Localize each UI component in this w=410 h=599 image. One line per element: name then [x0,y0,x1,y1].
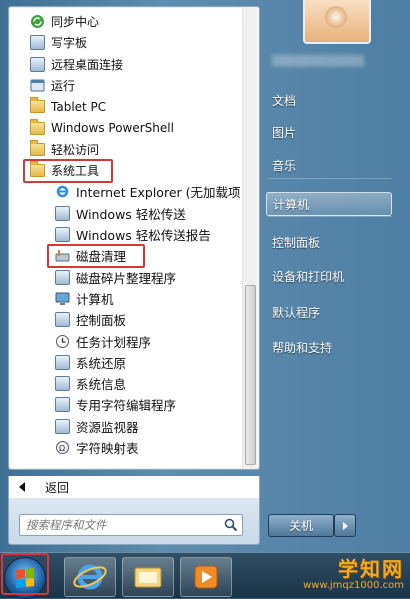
program-label: Windows 轻松传送 [76,206,186,222]
program-item[interactable]: Windows PowerShell [9,118,241,139]
program-item[interactable]: 系统还原 [9,352,241,373]
back-label: 返回 [45,480,70,495]
program-label: 任务计划程序 [76,334,152,350]
program-item[interactable]: Ω 字符映射表 [9,437,241,458]
divider [268,178,392,179]
highlight-box [23,159,113,184]
scrollbar-thumb[interactable] [245,285,256,465]
search-area [8,498,260,545]
program-item[interactable]: Internet Explorer (无加载项) [9,181,241,202]
right-item[interactable]: 控制面板 [266,230,392,254]
folder-icon [30,118,45,136]
program-label: Windows 轻松传送报告 [76,228,211,243]
right-item[interactable]: 默认程序 [266,300,392,324]
shutdown-button[interactable]: 关机 [268,514,334,537]
easy-transfer-report-icon [55,227,70,242]
taskbar: 学知网 www.jmqz1000.com [0,552,410,599]
back-button[interactable]: 返回 [8,476,260,498]
program-label: 磁盘碎片整理程序 [76,270,177,286]
program-item[interactable]: 计算机 [9,288,241,309]
program-item[interactable]: Windows 轻松传送报告 [9,224,241,245]
program-item[interactable]: 任务计划程序 [9,331,241,352]
back-arrow-icon [19,482,25,492]
folder-icon [30,139,45,157]
svg-text:Ω: Ω [59,444,65,453]
program-label: 同步中心 [51,15,100,29]
run-icon [30,78,45,93]
shutdown-options-button[interactable] [334,514,356,537]
user-name[interactable]: ▒▒▒▒▒▒▒▒▒▒▒▒ [272,56,392,70]
control-panel-icon [55,312,70,328]
program-label: 系统信息 [76,377,127,393]
sync-center-icon [30,14,45,29]
internet-explorer-icon [55,184,70,199]
program-item[interactable]: Tablet PC [9,96,241,117]
internet-explorer-icon [73,564,107,590]
program-item[interactable]: 磁盘碎片整理程序 [9,267,241,288]
watermark-url: www.jmqz1000.com [303,580,404,591]
program-label: Internet Explorer (无加载项) [76,185,241,201]
divider [268,216,392,217]
program-label: Windows PowerShell [51,121,174,135]
program-item[interactable]: 运行 [9,75,241,96]
system-info-icon [55,376,70,392]
program-label: 资源监视器 [76,419,139,435]
program-item[interactable]: 同步中心 [9,11,241,32]
right-item[interactable]: 帮助和支持 [266,335,392,359]
search-box[interactable] [19,514,243,536]
char-editor-icon [55,397,70,413]
right-item[interactable]: 音乐 [266,153,392,177]
right-item[interactable]: 图片 [266,120,392,144]
watermark: 学知网 www.jmqz1000.com [260,558,404,594]
taskbar-explorer[interactable] [122,557,174,597]
program-item[interactable]: Windows 轻松传送 [9,203,241,224]
program-item[interactable]: 写字板 [9,32,241,53]
program-item[interactable]: 控制面板 [9,309,241,330]
system-restore-icon [55,354,70,370]
defragmenter-icon [55,269,70,285]
resource-monitor-icon [55,418,70,434]
folder-icon [30,97,45,114]
character-map-icon: Ω [55,440,70,455]
highlight-box [47,244,145,269]
easy-transfer-icon [55,205,70,221]
program-label: 字符映射表 [76,441,139,456]
right-item[interactable]: 设备和打印机 [266,264,392,288]
remote-desktop-icon [30,56,45,72]
task-scheduler-icon [55,334,70,349]
program-label: 系统还原 [76,355,127,371]
program-label: 运行 [51,78,76,93]
right-item[interactable]: 文档 [266,88,392,112]
program-label: 计算机 [76,291,114,307]
program-list: 同步中心写字板远程桌面连接 运行 Tablet PC Windows PowerShe… [9,7,241,469]
program-item[interactable]: 专用字符编辑程序 [9,394,241,415]
media-player-icon [194,565,218,589]
program-label: 远程桌面连接 [51,57,124,72]
taskbar-media-player[interactable] [180,557,232,597]
program-label: 写字板 [51,36,88,51]
user-avatar[interactable] [303,0,371,44]
right-item[interactable]: 计算机 [266,192,392,216]
program-label: 专用字符编辑程序 [76,398,177,414]
taskbar-internet-explorer[interactable] [64,557,116,597]
computer-icon [55,291,70,306]
start-button-highlight [1,553,49,595]
program-item[interactable]: 资源监视器 [9,416,241,437]
program-label: Tablet PC [51,99,107,114]
program-label: 轻松访问 [51,142,100,157]
program-item[interactable]: 系统信息 [9,373,241,394]
search-input[interactable] [26,517,212,533]
wordpad-icon [30,35,45,51]
program-item[interactable]: 远程桌面连接 [9,54,241,75]
folder-icon [134,567,162,588]
program-item[interactable]: 轻松访问 [9,139,241,160]
scrollbar[interactable] [242,7,257,469]
programs-pane: 同步中心写字板远程桌面连接 运行 Tablet PC Windows PowerShe… [8,6,260,470]
program-label: 控制面板 [76,313,127,329]
start-menu: 同步中心写字板远程桌面连接 运行 Tablet PC Windows PowerShe… [0,0,410,552]
watermark-title: 学知网 [338,557,404,581]
search-icon[interactable] [224,518,238,532]
